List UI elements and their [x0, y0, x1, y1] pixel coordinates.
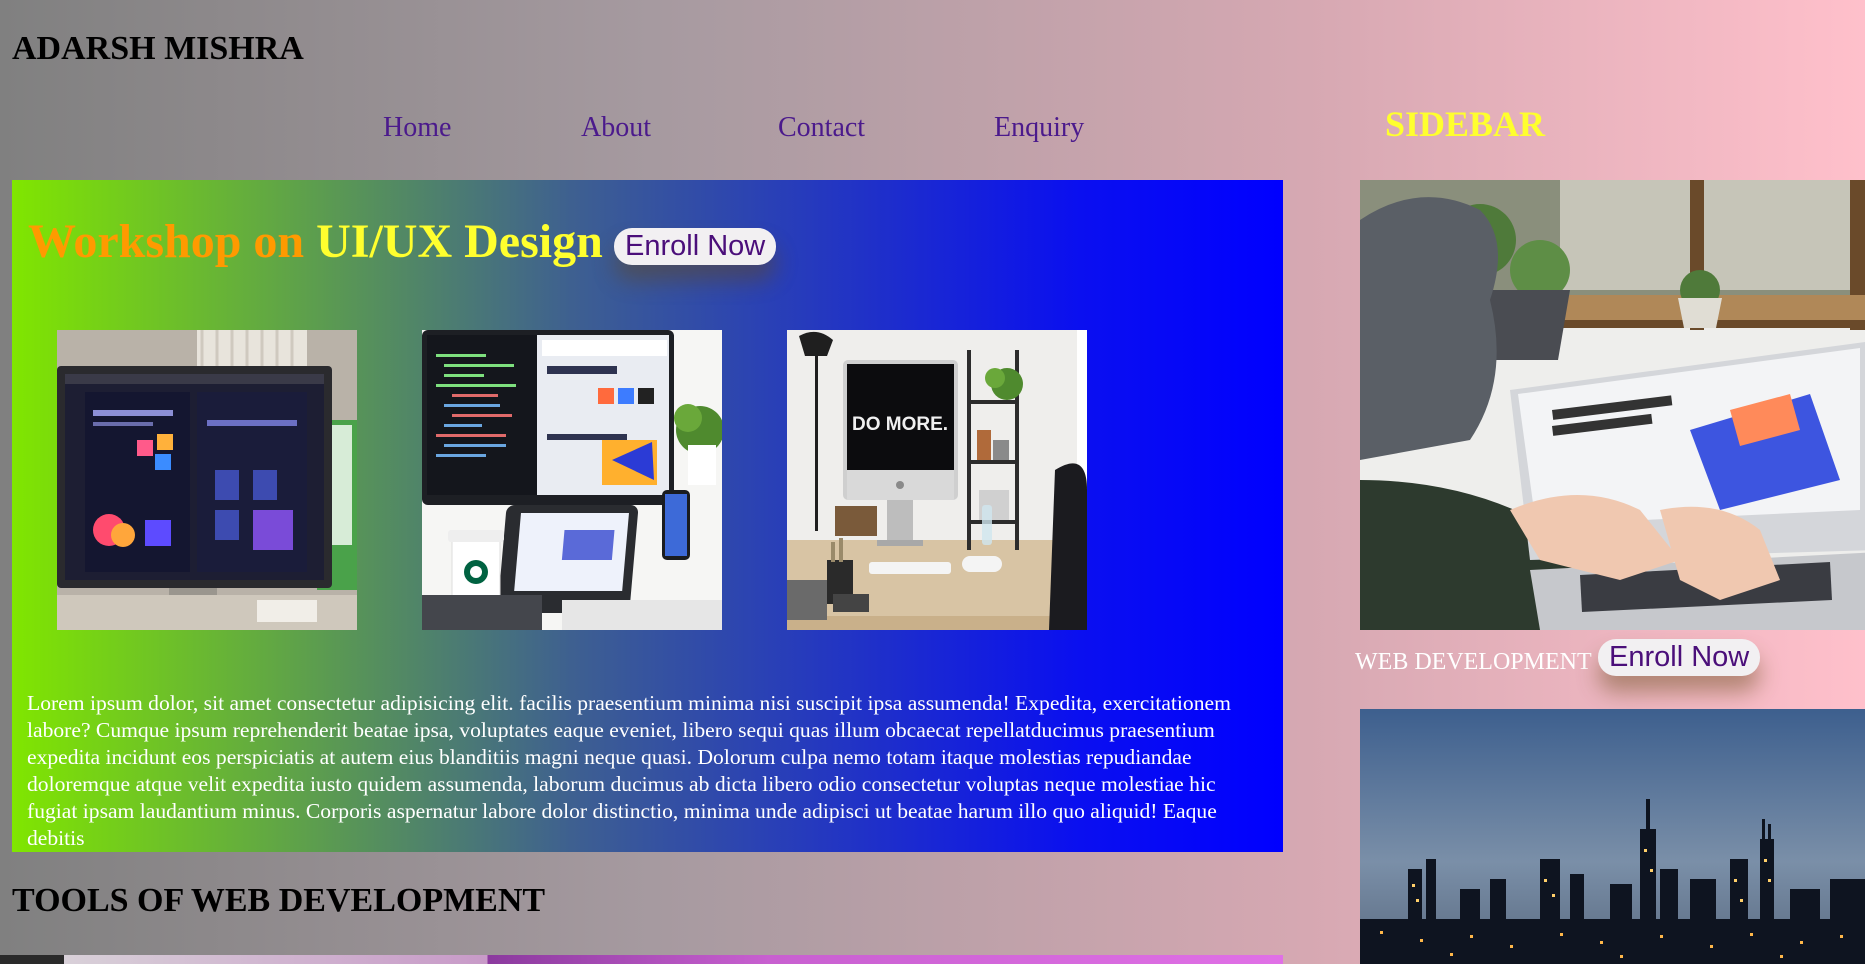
sidebar-enroll-button[interactable]: Enroll Now: [1598, 639, 1761, 676]
workshop-description: Lorem ipsum dolor, sit amet consectetur …: [27, 691, 1231, 850]
workshop-headline: Workshop on UI/UX Design: [28, 214, 603, 269]
site-title: ADARSH MISHRA: [12, 30, 304, 67]
main-nav: Home About Contact Enquiry: [0, 112, 1200, 152]
tools-heading: TOOLS OF WEB DEVELOPMENT: [12, 882, 546, 919]
headline-part-1: Workshop on: [28, 215, 305, 268]
nav-link-enquiry[interactable]: Enquiry: [994, 112, 1084, 144]
nav-link-about[interactable]: About: [581, 112, 651, 144]
sidebar-image-city: [1360, 709, 1865, 964]
nav-link-home[interactable]: Home: [383, 112, 451, 144]
sidebar-caption: WEB DEVELOPMENT: [1355, 649, 1592, 675]
sidebar-image-laptop: [1360, 180, 1865, 630]
workshop-panel: Workshop on UI/UX Design Enroll Now DO M…: [12, 180, 1283, 852]
photo-poster-text: DO MORE.: [852, 414, 948, 435]
enroll-button[interactable]: Enroll Now: [614, 228, 777, 265]
sidebar-title: SIDEBAR: [1385, 104, 1546, 144]
headline-part-2: UI/UX Design: [316, 215, 603, 268]
workshop-photo-1: [57, 330, 357, 630]
workshop-photo-3: DO MORE.: [787, 330, 1087, 630]
nav-link-contact[interactable]: Contact: [778, 112, 865, 144]
tools-section-strip: [0, 955, 1283, 964]
workshop-photo-2: [422, 330, 722, 630]
